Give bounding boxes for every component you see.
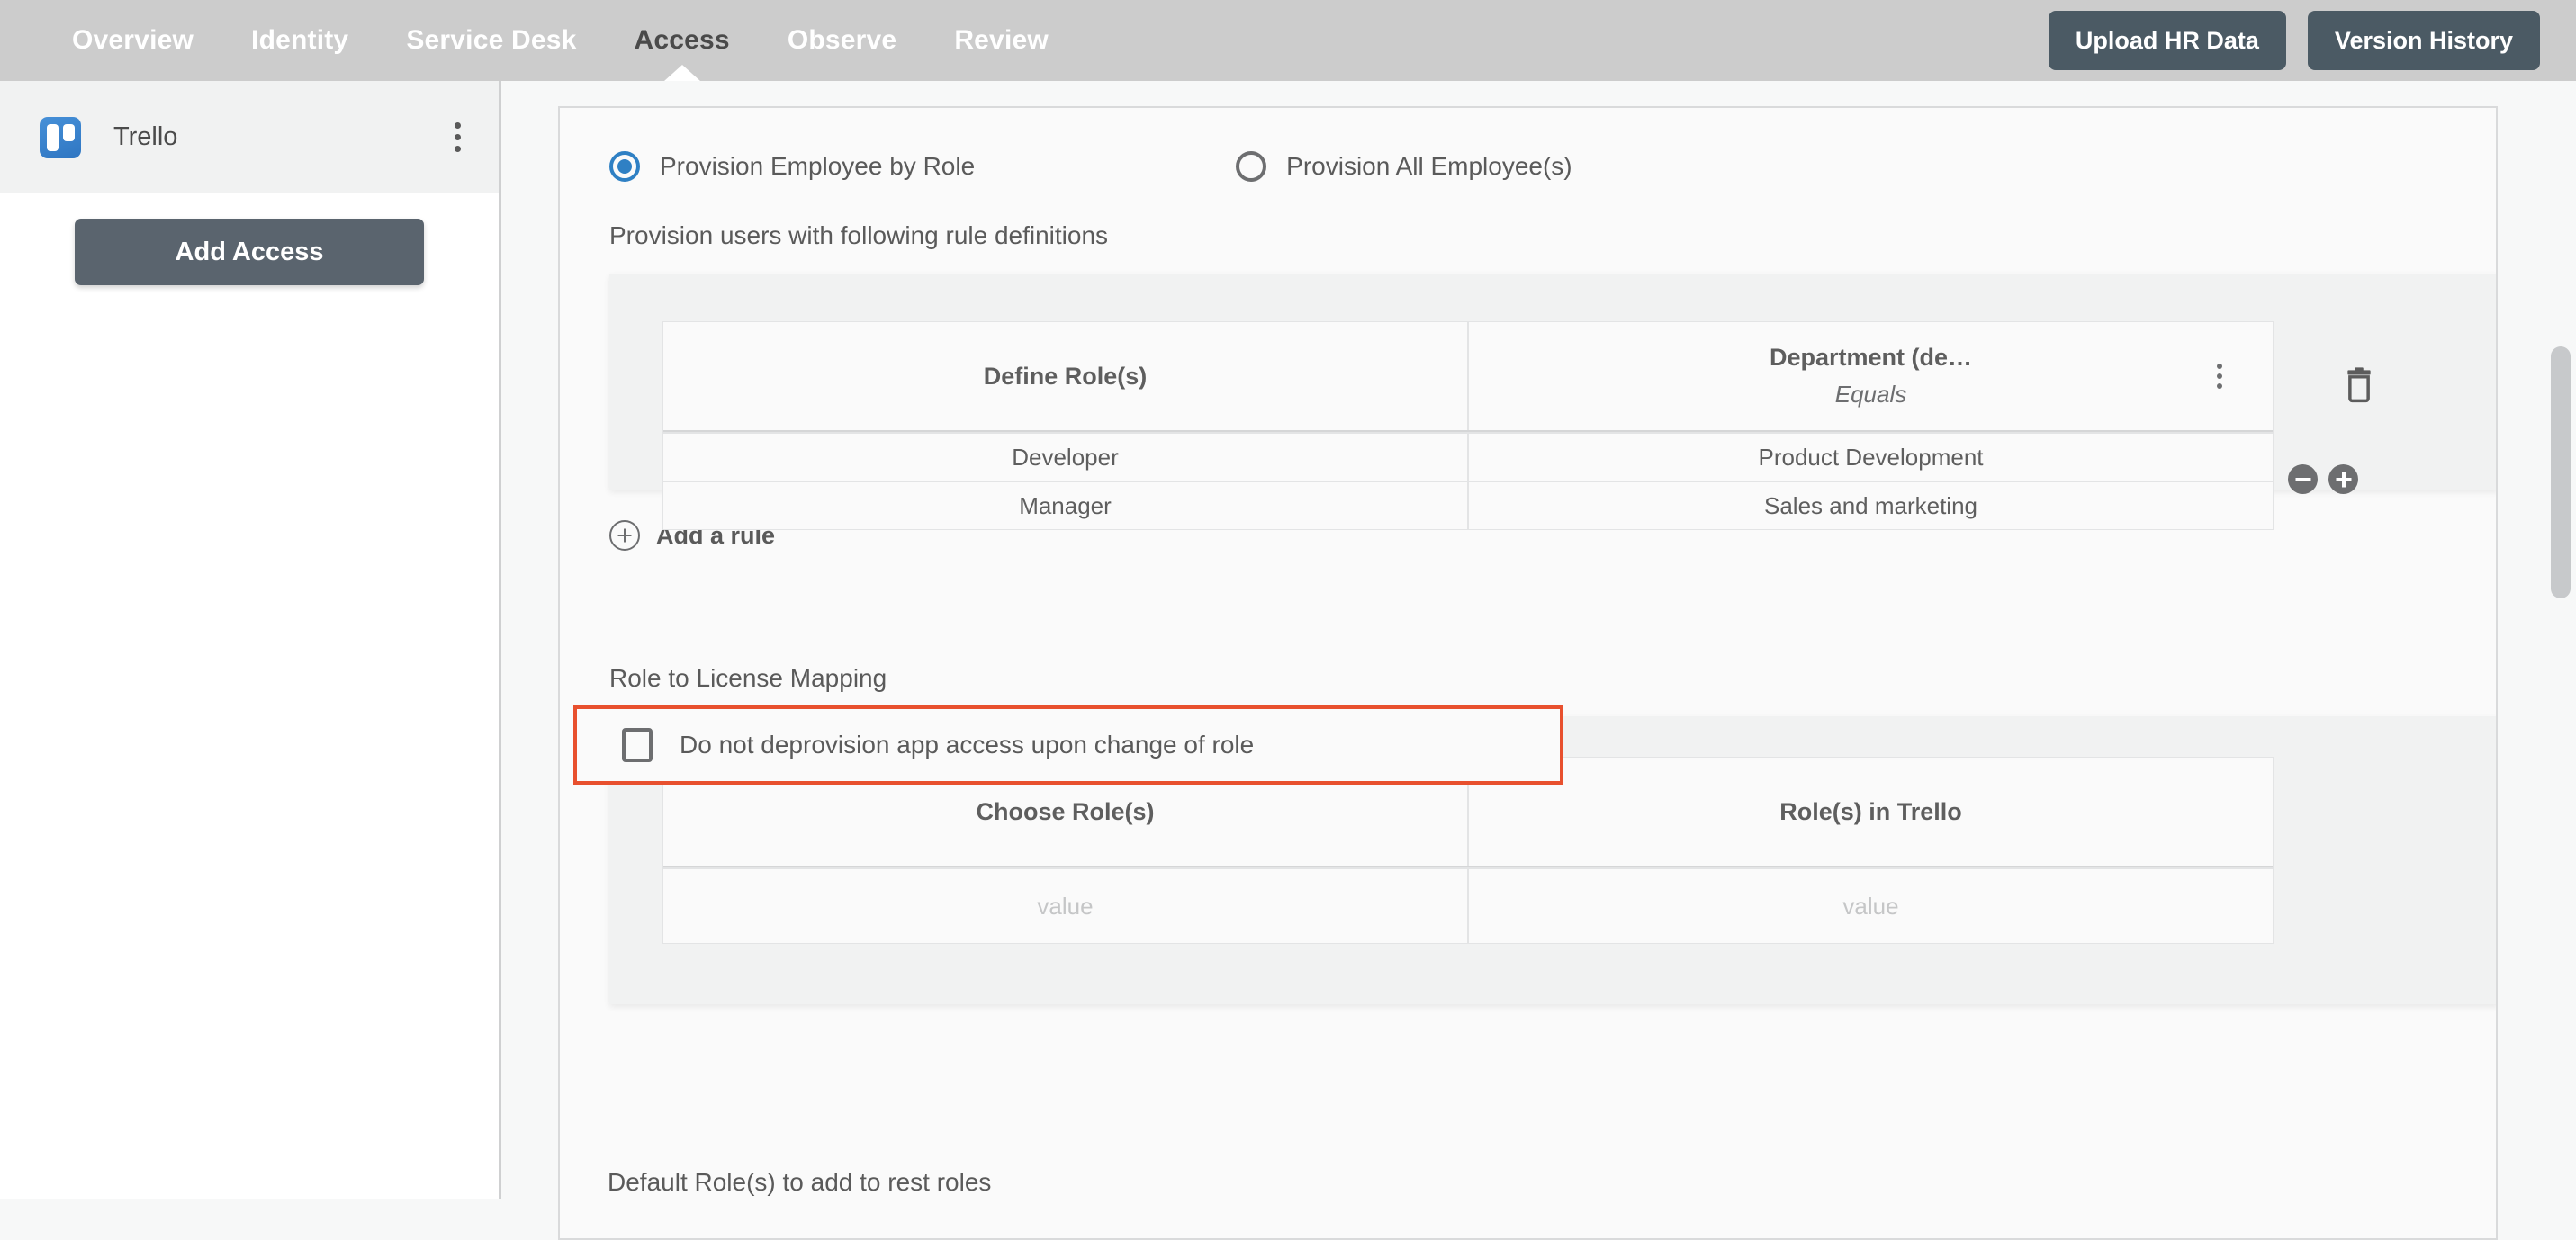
cell-choose-role-value[interactable]: value xyxy=(663,869,1467,943)
upload-hr-data-button[interactable]: Upload HR Data xyxy=(2048,11,2286,70)
kebab-menu-icon[interactable] xyxy=(2217,364,2222,389)
trash-icon xyxy=(2347,367,2371,403)
top-navigation-bar: Overview Identity Service Desk Access Ob… xyxy=(0,0,2576,81)
radio-label: Provision All Employee(s) xyxy=(1286,152,1572,180)
add-access-button[interactable]: Add Access xyxy=(75,219,424,285)
table-row[interactable]: value value xyxy=(663,867,2273,943)
radio-label: Provision Employee by Role xyxy=(660,152,976,180)
deprovision-checkbox[interactable] xyxy=(622,728,653,762)
column-header-roles-in-trello[interactable]: Role(s) in Trello xyxy=(1467,758,2273,866)
table-header-row: Define Role(s) Department (de… Equals xyxy=(663,322,2273,432)
radio-provision-all-employees[interactable]: Provision All Employee(s) xyxy=(1236,151,1572,182)
rule-definitions-table: Define Role(s) Department (de… Equals De… xyxy=(662,321,2274,530)
column-title: Define Role(s) xyxy=(983,362,1148,390)
cell-role: Manager xyxy=(1019,492,1112,519)
kebab-menu-icon[interactable] xyxy=(448,117,466,158)
cell-department: Sales and marketing xyxy=(1467,482,2273,529)
column-title: Choose Role(s) xyxy=(976,797,1155,825)
nav-actions: Upload HR Data Version History xyxy=(2048,11,2540,70)
radio-unselected-icon xyxy=(1236,151,1267,182)
sidebar-item-label: Trello xyxy=(113,122,178,151)
nav-tab-observe[interactable]: Observe xyxy=(759,0,925,81)
minus-circle-icon[interactable] xyxy=(2288,464,2318,494)
table-row[interactable]: Developer Product Development xyxy=(663,432,2273,481)
license-section-title: Role to License Mapping xyxy=(609,664,887,692)
column-title: Department (de… xyxy=(1769,344,1973,371)
column-subtitle: Equals xyxy=(1834,381,1907,408)
role-license-mapping-table: Choose Role(s) Role(s) in Trello value v… xyxy=(662,757,2274,944)
nav-items: Overview Identity Service Desk Access Ob… xyxy=(43,0,1077,81)
version-history-button[interactable]: Version History xyxy=(2307,11,2540,70)
trello-icon xyxy=(40,116,81,158)
nav-tab-overview[interactable]: Overview xyxy=(43,0,222,81)
table-row[interactable]: Manager Sales and marketing xyxy=(663,481,2273,529)
deprovision-row-spacer xyxy=(609,567,2496,664)
rules-card: Define Role(s) Department (de… Equals De… xyxy=(609,274,2496,530)
panel-inner: Provision Employee by Role Provision All… xyxy=(560,108,2496,1004)
rules-section-title: Provision users with following rule defi… xyxy=(609,221,1109,249)
cell-department: Product Development xyxy=(1467,434,2273,481)
plus-circle-icon[interactable] xyxy=(2328,464,2358,494)
cell-trello-role-value[interactable]: value xyxy=(1467,869,2273,943)
radio-provision-by-role[interactable]: Provision Employee by Role xyxy=(609,151,975,182)
page-scrollbar-thumb[interactable] xyxy=(2551,346,2571,598)
radio-selected-icon xyxy=(609,151,640,182)
app-sidebar: Trello Add Access xyxy=(0,81,501,1199)
nav-tab-service-desk[interactable]: Service Desk xyxy=(377,0,605,81)
plus-circle-icon xyxy=(609,520,640,551)
nav-tab-identity[interactable]: Identity xyxy=(222,0,377,81)
delete-rule-button[interactable] xyxy=(2342,366,2376,409)
column-title: Role(s) in Trello xyxy=(1779,797,1962,825)
nav-tab-review[interactable]: Review xyxy=(925,0,1077,81)
page-scrollbar-track[interactable] xyxy=(2551,106,2571,1195)
provision-mode-radio-group: Provision Employee by Role Provision All… xyxy=(609,151,2496,182)
column-header-define-roles[interactable]: Define Role(s) xyxy=(663,322,1467,430)
deprovision-option-row[interactable]: Do not deprovision app access upon chang… xyxy=(573,705,1563,785)
default-roles-label: Default Role(s) to add to rest roles xyxy=(608,1168,992,1196)
column-header-department[interactable]: Department (de… Equals xyxy=(1467,322,2273,430)
nav-tab-access[interactable]: Access xyxy=(606,0,759,81)
deprovision-checkbox-label: Do not deprovision app access upon chang… xyxy=(680,731,1255,759)
access-config-panel: Provision Employee by Role Provision All… xyxy=(558,106,2498,1240)
add-access-wrapper: Add Access xyxy=(0,193,499,285)
sidebar-item-trello[interactable]: Trello xyxy=(0,81,499,193)
row-controls xyxy=(2288,464,2358,494)
cell-role: Developer xyxy=(1012,444,1119,471)
